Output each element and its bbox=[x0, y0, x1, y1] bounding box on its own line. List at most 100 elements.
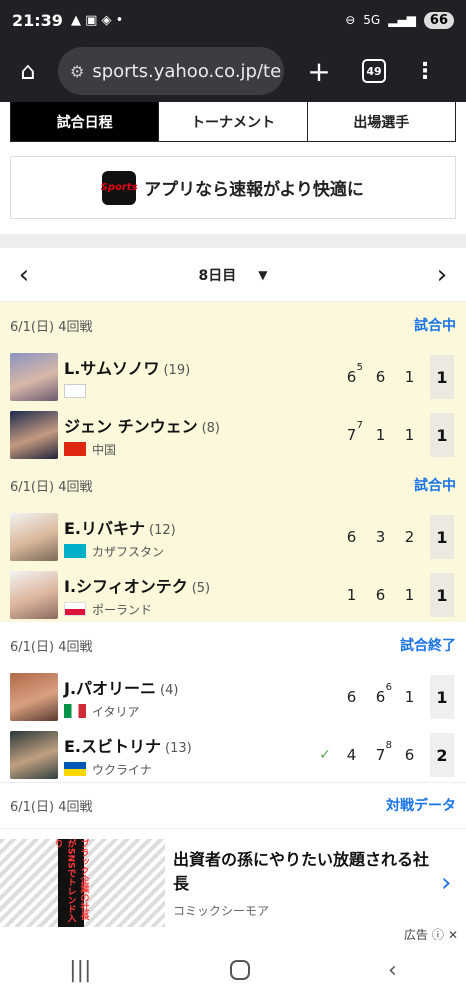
set-score: 1 bbox=[404, 368, 415, 386]
player-avatar bbox=[10, 673, 58, 721]
match-data-link[interactable]: 対戦データ bbox=[386, 795, 456, 815]
match-card[interactable]: 6/1(日) 4回戦 試合中 L.サムソノワ (19) 65 6 1 1 ジェン … bbox=[0, 302, 466, 462]
segment-tabs: 試合日程 トーナメント 出場選手 bbox=[10, 102, 456, 142]
url-text: sports.yahoo.co.jp/te bbox=[92, 60, 282, 82]
battery-indicator: 66 bbox=[423, 11, 454, 29]
set-score: 6 bbox=[375, 586, 386, 604]
match-card[interactable]: 6/1(日) 4回戦 対戦データ bbox=[0, 782, 466, 828]
system-nav-bar: ||| ‹ bbox=[0, 940, 466, 1000]
set-score: 2 bbox=[404, 528, 415, 546]
status-bar: 21:39 ▲ ▣ ◈ • ⊖ 5G ▂▄▆ 66 bbox=[0, 0, 466, 40]
tab-switcher-button[interactable]: 49 bbox=[362, 59, 386, 83]
player-avatar bbox=[10, 353, 58, 401]
set-score: 65 bbox=[346, 362, 363, 386]
home-button-icon[interactable] bbox=[229, 960, 250, 980]
score-row: 1 6 1 1 bbox=[337, 571, 454, 619]
player-row: L.サムソノワ (19) 65 6 1 1 bbox=[0, 348, 466, 406]
player-seed: (12) bbox=[149, 523, 176, 538]
player-avatar bbox=[10, 571, 58, 619]
sets-won: 1 bbox=[430, 515, 454, 559]
match-status[interactable]: 試合終了 bbox=[400, 635, 456, 655]
ad-image-caption: ブラック企業の社長がSNSでトレンド入り bbox=[53, 839, 89, 927]
ad-source: コミックシーモア bbox=[173, 903, 270, 918]
player-seed: (8) bbox=[201, 421, 220, 436]
player-name: L.サムソノワ bbox=[64, 359, 160, 378]
player-country: ポーランド bbox=[92, 602, 153, 617]
player-name: ジェン チンウェン bbox=[64, 417, 198, 436]
china-flag-icon bbox=[64, 442, 86, 456]
back-icon[interactable]: ‹ bbox=[388, 958, 397, 983]
more-menu-icon[interactable]: ⋮ bbox=[414, 59, 436, 84]
section-divider bbox=[0, 234, 466, 248]
chevron-right-icon[interactable]: › bbox=[441, 868, 451, 898]
match-card[interactable]: 6/1(日) 4回戦 試合終了 J.パオリーニ (4) イタリア 6 66 1 1… bbox=[0, 622, 466, 782]
sets-won: 1 bbox=[430, 413, 454, 457]
player-avatar bbox=[10, 513, 58, 561]
set-score: 1 bbox=[375, 426, 386, 444]
set-score: 6 bbox=[404, 746, 415, 764]
winner-check-icon: ✓ bbox=[319, 747, 331, 763]
ad-banner[interactable]: ブラック企業の社長がSNSでトレンド入り 出資者の孫にやりたい放題される社長 コ… bbox=[0, 838, 466, 928]
ad-image: ブラック企業の社長がSNSでトレンド入り bbox=[0, 839, 165, 927]
poland-flag-icon bbox=[64, 602, 86, 616]
recent-apps-icon[interactable]: ||| bbox=[69, 958, 91, 983]
score-row: 77 1 1 1 bbox=[337, 411, 454, 459]
player-avatar bbox=[10, 731, 58, 779]
adchoices-icon[interactable]: ⓘ bbox=[432, 926, 444, 940]
set-score: 1 bbox=[346, 586, 357, 604]
day-select[interactable]: 8日目 ▼ bbox=[199, 265, 268, 285]
player-row: J.パオリーニ (4) イタリア 6 66 1 1 bbox=[0, 668, 466, 726]
player-seed: (4) bbox=[160, 683, 179, 698]
set-score: 6 bbox=[346, 528, 357, 546]
network-label: 5G bbox=[363, 13, 381, 27]
player-country: カザフスタン bbox=[92, 544, 165, 559]
score-row: 6 3 2 1 bbox=[337, 513, 454, 561]
set-score: 1 bbox=[404, 426, 415, 444]
tab-schedule[interactable]: 試合日程 bbox=[11, 102, 159, 141]
match-round: 6/1(日) 4回戦 bbox=[10, 639, 93, 655]
divider bbox=[0, 828, 466, 829]
new-tab-icon[interactable]: + bbox=[304, 55, 334, 88]
match-status[interactable]: 試合中 bbox=[414, 475, 456, 495]
app-banner-text: アプリなら速報がより快適に bbox=[144, 180, 364, 200]
match-round: 6/1(日) 4回戦 bbox=[10, 479, 93, 495]
caret-down-icon: ▼ bbox=[258, 267, 268, 282]
score-row: 65 6 1 1 bbox=[337, 353, 454, 401]
player-avatar bbox=[10, 411, 58, 459]
set-score: 4 bbox=[346, 746, 357, 764]
player-seed: (19) bbox=[163, 363, 191, 378]
tab-players[interactable]: 出場選手 bbox=[306, 102, 455, 141]
set-score: 3 bbox=[375, 528, 386, 546]
prev-day-button[interactable]: ‹ bbox=[12, 260, 36, 290]
set-score: 77 bbox=[346, 420, 363, 444]
set-score: 6 bbox=[346, 688, 357, 706]
sets-won: 1 bbox=[430, 355, 454, 399]
next-day-button[interactable]: › bbox=[430, 260, 454, 290]
player-country: イタリア bbox=[92, 704, 140, 719]
app-banner[interactable]: Sportsnavi アプリなら速報がより快適に bbox=[10, 156, 456, 219]
sets-won: 2 bbox=[430, 733, 454, 777]
match-status[interactable]: 試合中 bbox=[414, 315, 456, 335]
player-row: E.リバキナ (12) カザフスタン 6 3 2 1 bbox=[0, 508, 466, 566]
player-country: 中国 bbox=[92, 442, 117, 457]
ad-label[interactable]: 広告 ⓘ ✕ bbox=[404, 926, 458, 941]
match-card[interactable]: 6/1(日) 4回戦 試合中 E.リバキナ (12) カザフスタン 6 3 2 1… bbox=[0, 462, 466, 622]
italy-flag-icon bbox=[64, 704, 86, 718]
site-settings-icon[interactable]: ⚙ bbox=[70, 62, 84, 81]
notification-icons: ▲ ▣ ◈ • bbox=[70, 12, 124, 28]
tab-tournament[interactable]: トーナメント bbox=[158, 102, 307, 141]
player-row: I.シフィオンテク (5) ポーランド 1 6 1 1 bbox=[0, 566, 466, 624]
set-score: 1 bbox=[404, 688, 415, 706]
flag-icon bbox=[64, 384, 86, 398]
home-icon[interactable]: ⌂ bbox=[10, 57, 46, 85]
player-seed: (5) bbox=[191, 581, 211, 596]
score-row: ✓ 4 78 6 2 bbox=[313, 731, 454, 779]
set-score: 1 bbox=[404, 586, 415, 604]
address-bar[interactable]: ⚙ sports.yahoo.co.jp/te bbox=[58, 47, 284, 95]
player-name: I.シフィオンテク bbox=[64, 577, 188, 596]
status-time: 21:39 bbox=[12, 10, 63, 30]
browser-toolbar: ⌂ ⚙ sports.yahoo.co.jp/te + 49 ⋮ bbox=[0, 40, 466, 102]
player-seed: (13) bbox=[165, 741, 192, 756]
dnd-icon: ⊖ bbox=[345, 13, 356, 27]
close-icon[interactable]: ✕ bbox=[448, 928, 458, 941]
